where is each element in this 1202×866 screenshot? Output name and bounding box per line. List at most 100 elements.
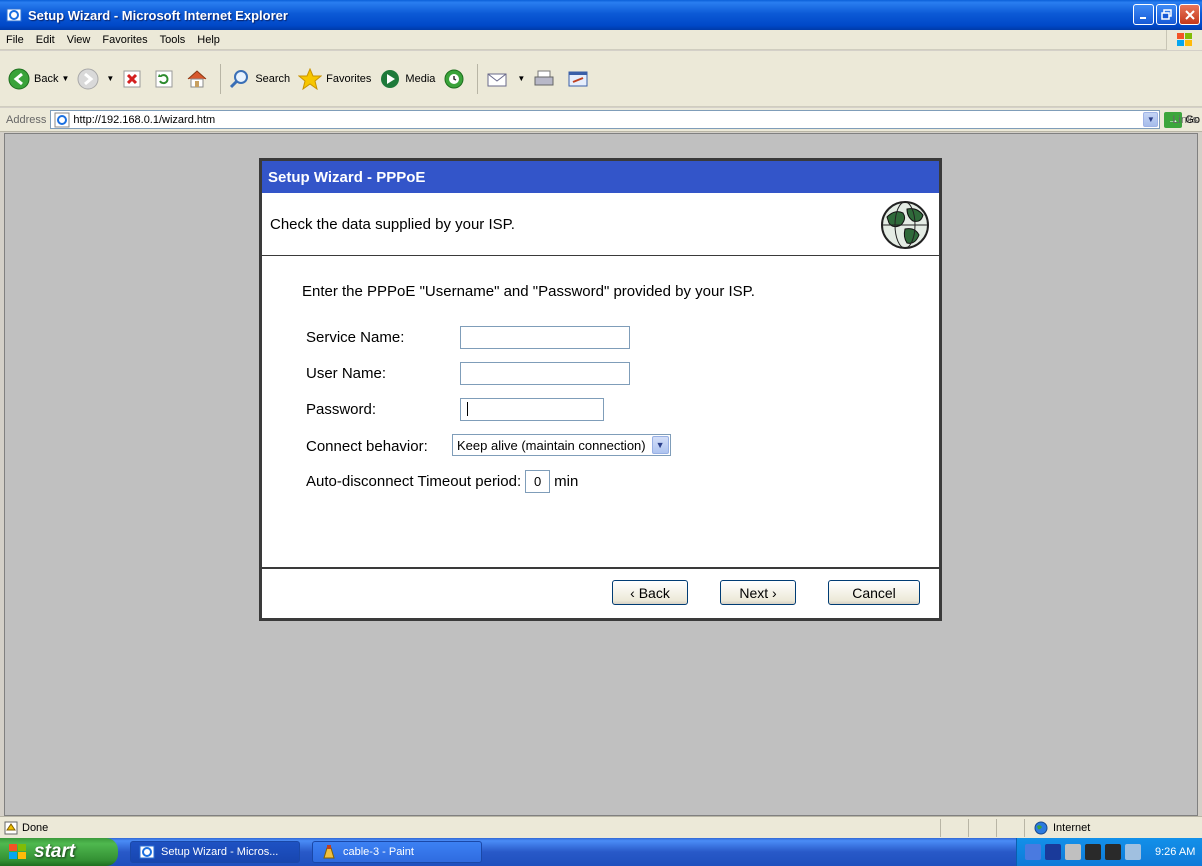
window-titlebar: Setup Wizard - Microsoft Internet Explor… [0, 0, 1202, 30]
back-wizard-button[interactable]: ‹ Back [612, 580, 688, 605]
window-title: Setup Wizard - Microsoft Internet Explor… [28, 7, 288, 23]
toolbar-separator [477, 63, 479, 94]
status-divider [940, 819, 941, 837]
menu-favorites[interactable]: Favorites [96, 34, 153, 46]
media-label: Media [405, 72, 436, 85]
taskbar-item-label: Setup Wizard - Micros... [161, 846, 279, 858]
edit-button[interactable] [563, 59, 597, 99]
chevron-down-icon[interactable]: ▼ [106, 74, 114, 83]
wireless-icon[interactable] [1125, 844, 1141, 860]
ie-page-icon [54, 112, 70, 127]
user-name-label: User Name: [306, 365, 387, 382]
start-label: start [34, 841, 76, 862]
home-button[interactable] [182, 59, 216, 99]
page-content: Setup Wizard - PPPoE Check the data supp… [4, 133, 1198, 816]
back-button[interactable]: Back ▼ [4, 59, 73, 99]
volume-icon[interactable] [1065, 844, 1081, 860]
search-icon [230, 69, 249, 88]
search-button[interactable]: Search [225, 59, 294, 99]
standard-toolbar: Back ▼ ▼ Search Favorites Media ▼ [0, 51, 1202, 107]
user-name-row: User Name: [306, 362, 630, 385]
close-button[interactable] [1179, 4, 1200, 25]
minimize-icon [1139, 16, 1146, 19]
favorites-label: Favorites [326, 72, 372, 85]
ie-app-icon [6, 8, 22, 22]
connect-behavior-label: Connect behavior: [306, 437, 428, 455]
window-controls [1133, 4, 1200, 25]
refresh-button[interactable] [150, 59, 182, 99]
menu-tools[interactable]: Tools [154, 34, 192, 46]
stop-icon [123, 70, 141, 87]
back-arrow-icon [8, 68, 30, 89]
chevron-down-icon[interactable]: ▼ [517, 74, 525, 83]
wizard-subtitle: Check the data supplied by your ISP. [270, 215, 515, 233]
network-icon[interactable] [1025, 844, 1041, 860]
user-name-input[interactable] [460, 362, 630, 385]
print-icon [534, 70, 554, 85]
address-label: Address [6, 113, 47, 126]
text-cursor [467, 402, 468, 416]
minimize-button[interactable] [1133, 4, 1154, 25]
connect-behavior-value: Keep alive (maintain connection) [457, 437, 646, 453]
connect-behavior-select[interactable]: Keep alive (maintain connection) ▼ [452, 434, 671, 456]
taskbar-item-label: cable-3 - Paint [343, 846, 414, 858]
status-done: Done [0, 821, 48, 835]
refresh-icon [155, 70, 173, 87]
wizard-title: Setup Wizard - PPPoE [262, 161, 939, 193]
system-tray: 9:26 AM [1016, 838, 1202, 866]
globe-icon [881, 201, 929, 249]
status-divider [996, 819, 997, 837]
clock: 9:26 AM [1155, 846, 1196, 858]
status-divider [1024, 819, 1025, 837]
taskbar-item-ie[interactable]: Setup Wizard - Micros... [130, 841, 300, 863]
service-name-input[interactable] [460, 326, 630, 349]
cancel-button[interactable]: Cancel [828, 580, 920, 605]
stop-button[interactable] [118, 59, 150, 99]
media-player-icon[interactable] [1045, 844, 1061, 860]
mail-button[interactable]: ▼ [482, 59, 529, 99]
chevron-down-icon[interactable]: ▼ [651, 436, 669, 454]
windows-taskbar: start Setup Wizard - Micros... cable-3 -… [0, 838, 1202, 866]
taskbar-item-paint[interactable]: cable-3 - Paint [312, 841, 482, 863]
timeout-input[interactable]: 0 [525, 470, 551, 493]
address-field[interactable]: http://192.168.0.1/wizard.htm ▼ [50, 110, 1161, 129]
search-label: Search [255, 72, 291, 85]
menu-bar: File Edit View Favorites Tools Help [0, 30, 1202, 50]
wizard-form: Enter the PPPoE "Username" and "Password… [262, 256, 939, 569]
menu-edit[interactable]: Edit [30, 34, 61, 46]
forward-arrow-icon [77, 68, 99, 89]
menu-help[interactable]: Help [191, 34, 226, 46]
status-bar: Done Internet [0, 816, 1202, 838]
chevron-down-icon[interactable]: ▼ [61, 74, 69, 83]
timeout-unit: min [554, 473, 579, 490]
chevron-down-icon[interactable]: ▼ [1143, 112, 1159, 127]
wizard-footer: ‹ Back Next › Cancel [262, 569, 939, 618]
status-text: Done [22, 821, 49, 834]
timeout-row: Auto-disconnect Timeout period: 0 min [306, 470, 578, 493]
zone-text: Internet [1053, 821, 1091, 834]
media-icon [381, 69, 400, 88]
next-button[interactable]: Next › [720, 580, 796, 605]
disconnected-network-icon[interactable] [1085, 844, 1101, 860]
disconnected-network-icon[interactable] [1105, 844, 1121, 860]
links-toolbar[interactable]: Links [1172, 114, 1198, 126]
status-divider [968, 819, 969, 837]
history-button[interactable] [439, 59, 473, 99]
restore-button[interactable] [1156, 4, 1177, 25]
password-row: Password: [306, 398, 604, 421]
windows-flag-icon [9, 844, 26, 859]
menu-view[interactable]: View [61, 34, 97, 46]
favorites-button[interactable]: Favorites [294, 59, 375, 99]
password-input[interactable] [460, 398, 604, 421]
password-label: Password: [306, 401, 377, 418]
media-button[interactable]: Media [375, 59, 439, 99]
menu-file[interactable]: File [0, 34, 30, 46]
print-button[interactable] [529, 59, 563, 99]
wizard-intro: Enter the PPPoE "Username" and "Password… [302, 283, 755, 300]
restore-icon [1161, 9, 1172, 20]
mail-icon [487, 73, 507, 86]
forward-button[interactable]: ▼ [73, 59, 118, 99]
wizard-subtitle-bar: Check the data supplied by your ISP. [262, 193, 939, 256]
start-button[interactable]: start [0, 838, 118, 866]
close-icon [1184, 9, 1195, 20]
